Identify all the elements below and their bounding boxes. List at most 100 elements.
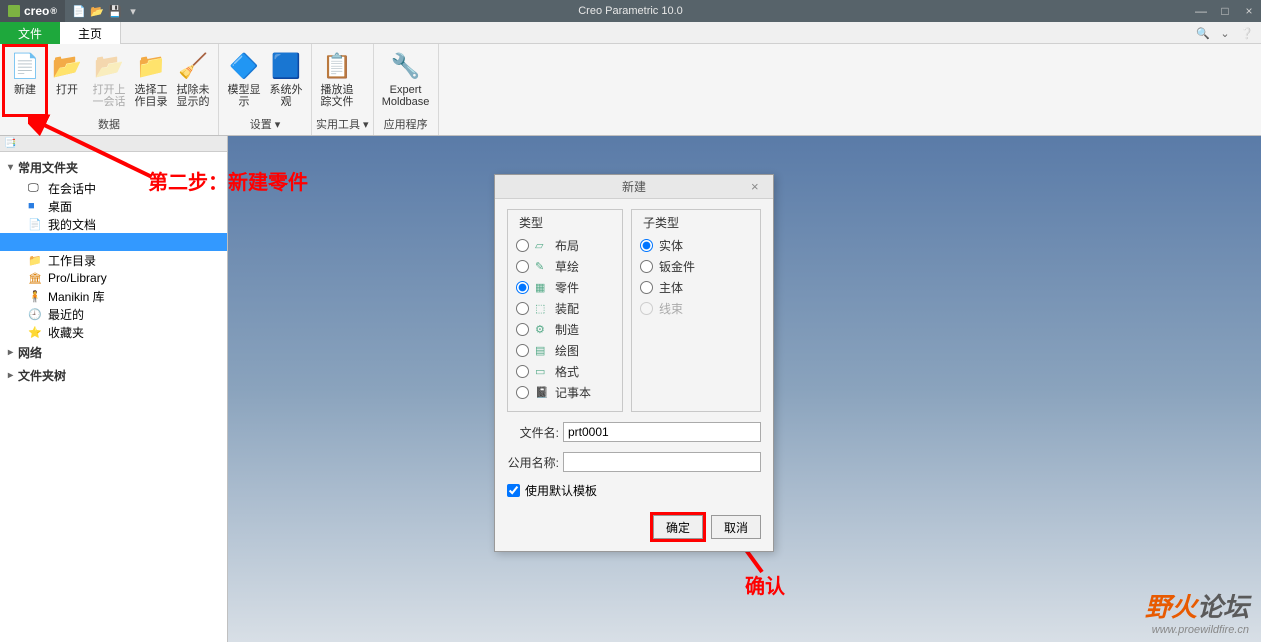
subtype-radio-input[interactable] bbox=[640, 281, 653, 294]
system-appearance-button[interactable]: 🟦 系统外观 bbox=[265, 46, 307, 115]
app-logo: creo® bbox=[0, 0, 65, 22]
desktop-icon: ■ bbox=[28, 199, 44, 213]
window-title: Creo Parametric 10.0 bbox=[578, 5, 683, 17]
tab-home[interactable]: 主页 bbox=[60, 22, 121, 44]
favorites-icon: ⭐ bbox=[28, 325, 44, 339]
commonname-input[interactable] bbox=[563, 452, 761, 472]
type-radio-input[interactable] bbox=[516, 302, 529, 315]
subtype-radio-0[interactable]: 实体 bbox=[640, 235, 752, 256]
tree-item-documents[interactable]: 📄我的文档 bbox=[0, 215, 227, 233]
type-radio-6[interactable]: ▭格式 bbox=[516, 361, 614, 382]
select-wd-button[interactable]: 📁 选择工作目录 bbox=[130, 46, 172, 115]
type-radio-input[interactable] bbox=[516, 281, 529, 294]
type-radio-input[interactable] bbox=[516, 386, 529, 399]
tree-item-desktop[interactable]: ■桌面 bbox=[0, 197, 227, 215]
type-label: 草绘 bbox=[555, 258, 579, 275]
group-label-settings[interactable]: 设置 ▾ bbox=[223, 115, 307, 133]
erase-button[interactable]: 🧹 拭除未显示的 bbox=[172, 46, 214, 115]
filename-label: 文件名: bbox=[507, 424, 563, 441]
ribbon-group-settings: 🔷 模型显示 🟦 系统外观 设置 ▾ bbox=[219, 44, 312, 135]
qat-save-icon[interactable]: 💾 bbox=[107, 3, 123, 19]
session-icon: 🖵 bbox=[28, 181, 44, 195]
ribbon: 📄 新建 📂 打开 📂 打开上一会话 📁 选择工作目录 🧹 拭除未显示的 数据 bbox=[0, 44, 1261, 136]
help-icon[interactable]: ❔ bbox=[1239, 25, 1255, 41]
recent-icon: 🕘 bbox=[28, 307, 44, 321]
type-radio-3[interactable]: ⬚ 装配 bbox=[516, 298, 614, 319]
type-label: 装配 bbox=[555, 300, 579, 317]
type-icon: ▦ bbox=[535, 281, 551, 294]
tree-section-foldertree[interactable]: ▸文件夹树 bbox=[0, 364, 227, 387]
tree-section-network[interactable]: ▸网络 bbox=[0, 341, 227, 364]
type-radio-input[interactable] bbox=[516, 344, 529, 357]
type-icon: ▱ bbox=[535, 239, 551, 252]
type-label: 格式 bbox=[555, 363, 579, 380]
open-button[interactable]: 📂 打开 bbox=[46, 46, 88, 115]
type-label: 制造 bbox=[555, 321, 579, 338]
type-icon: ⬚ bbox=[535, 302, 551, 315]
type-radio-input[interactable] bbox=[516, 365, 529, 378]
tree-item-workdir[interactable]: 📁工作目录 bbox=[0, 251, 227, 269]
filename-input[interactable] bbox=[563, 422, 761, 442]
ok-button[interactable]: 确定 bbox=[653, 515, 703, 539]
type-radio-4[interactable]: ⚙ 制造 bbox=[516, 319, 614, 340]
type-radio-2[interactable]: ▦零件 bbox=[516, 277, 614, 298]
documents-icon: 📄 bbox=[28, 217, 44, 231]
annotation-step2: 第二步：新建零件 bbox=[148, 166, 308, 195]
tree-item-recent[interactable]: 🕘最近的 bbox=[0, 305, 227, 323]
model-display-button[interactable]: 🔷 模型显示 bbox=[223, 46, 265, 115]
type-radio-0[interactable]: ▱ 布局 bbox=[516, 235, 614, 256]
dialog-titlebar[interactable]: 新建 × bbox=[495, 175, 773, 199]
group-label-utils[interactable]: 实用工具 ▾ bbox=[316, 115, 369, 133]
ribbon-options-icon[interactable]: ⌄ bbox=[1217, 25, 1233, 41]
type-icon: ⚙ bbox=[535, 323, 551, 336]
quick-access-toolbar: 📄 📂 💾 ▾ bbox=[71, 3, 141, 19]
type-radio-7[interactable]: 📓记事本 bbox=[516, 382, 614, 403]
new-button[interactable]: 📄 新建 bbox=[4, 46, 46, 115]
qat-dropdown-icon[interactable]: ▾ bbox=[125, 3, 141, 19]
type-label: 布局 bbox=[555, 237, 579, 254]
appearance-icon: 🟦 bbox=[270, 50, 302, 82]
dialog-title-text: 新建 bbox=[622, 178, 646, 195]
open-folder-icon: 📂 bbox=[51, 50, 83, 82]
tree-item-selected[interactable] bbox=[0, 233, 227, 251]
default-template-row[interactable]: 使用默认模板 bbox=[507, 482, 761, 499]
type-radio-1[interactable]: ✎草绘 bbox=[516, 256, 614, 277]
subtype-radio-input[interactable] bbox=[640, 260, 653, 273]
minimize-button[interactable]: — bbox=[1193, 4, 1209, 18]
cancel-button[interactable]: 取消 bbox=[711, 515, 761, 539]
sidebar-tab-strip[interactable]: 📑 bbox=[0, 136, 227, 152]
folder-icon bbox=[28, 235, 44, 249]
maximize-button[interactable]: □ bbox=[1217, 4, 1233, 18]
erase-icon: 🧹 bbox=[177, 50, 209, 82]
tree-item-prolibrary[interactable]: 🏛Pro/Library bbox=[0, 269, 227, 287]
tree-item-manikin[interactable]: 🧍Manikin 库 bbox=[0, 287, 227, 305]
app-name: creo bbox=[24, 4, 49, 18]
search-icon[interactable]: 🔍 bbox=[1195, 25, 1211, 41]
dialog-close-button[interactable]: × bbox=[751, 179, 767, 195]
open-last-button: 📂 打开上一会话 bbox=[88, 46, 130, 115]
annotation-confirm: 确认 bbox=[745, 570, 785, 599]
qat-open-icon[interactable]: 📂 bbox=[89, 3, 105, 19]
subtype-label: 线束 bbox=[659, 300, 683, 317]
tab-file[interactable]: 文件 bbox=[0, 22, 60, 44]
type-radio-input[interactable] bbox=[516, 239, 529, 252]
expert-moldbase-button[interactable]: 🔧 Expert Moldbase bbox=[378, 46, 434, 115]
commonname-row: 公用名称: bbox=[507, 452, 761, 472]
type-radio-input[interactable] bbox=[516, 260, 529, 273]
subtype-label: 实体 bbox=[659, 237, 683, 254]
close-button[interactable]: × bbox=[1241, 4, 1257, 18]
fieldset-subtype: 子类型 实体钣金件主体线束 bbox=[631, 209, 761, 412]
play-trail-button[interactable]: 📋 播放追踪文件 bbox=[316, 46, 358, 115]
subtype-radio-1[interactable]: 钣金件 bbox=[640, 256, 752, 277]
subtype-radio-2[interactable]: 主体 bbox=[640, 277, 752, 298]
qat-new-icon[interactable]: 📄 bbox=[71, 3, 87, 19]
group-label-apps: 应用程序 bbox=[378, 115, 434, 133]
filename-row: 文件名: bbox=[507, 422, 761, 442]
default-template-checkbox[interactable] bbox=[507, 484, 520, 497]
tree-item-favorites[interactable]: ⭐收藏夹 bbox=[0, 323, 227, 341]
subtype-radio-input[interactable] bbox=[640, 239, 653, 252]
type-radio-5[interactable]: ▤绘图 bbox=[516, 340, 614, 361]
type-radio-input[interactable] bbox=[516, 323, 529, 336]
watermark-text: 野火论坛 bbox=[1145, 587, 1249, 624]
type-legend: 类型 bbox=[516, 214, 546, 231]
